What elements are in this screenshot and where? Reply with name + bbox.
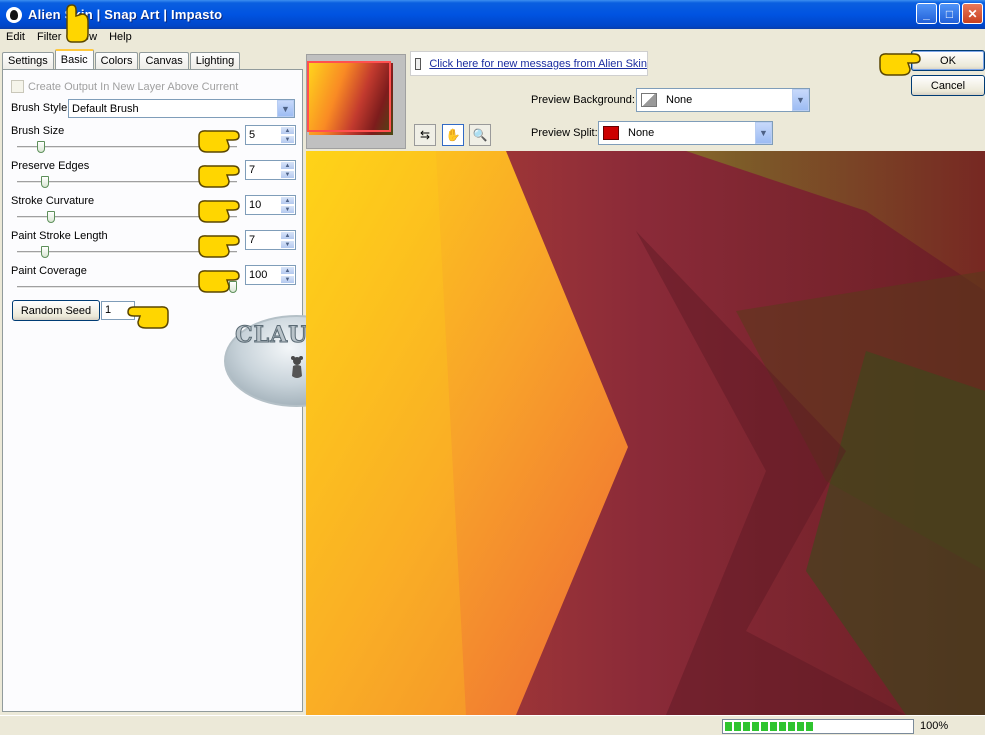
navigator-view-frame[interactable] [307, 61, 391, 132]
ok-button[interactable]: OK [911, 50, 985, 71]
spin-down-icon[interactable]: ▼ [280, 275, 295, 284]
spin-value[interactable]: 5 [246, 126, 280, 144]
compare-icon[interactable]: ⇆ [414, 124, 436, 146]
zoom-icon[interactable]: 🔍 [469, 124, 491, 146]
progress-block [761, 722, 768, 731]
slider-thumb[interactable] [41, 176, 49, 188]
random-seed-button[interactable]: Random Seed [12, 300, 100, 321]
chevron-down-icon: ▼ [755, 122, 772, 144]
pointer-hand-icon [198, 235, 240, 258]
tab-lighting[interactable]: Lighting [189, 52, 241, 70]
tab-colors[interactable]: Colors [94, 52, 139, 70]
spin-up-icon[interactable]: ▲ [280, 231, 295, 240]
pointer-hand-icon [198, 130, 240, 153]
zoom-level: 100% [920, 720, 949, 732]
preview-split-value: None [628, 127, 655, 139]
brush-style-select[interactable]: Default Brush ▼ [68, 99, 295, 118]
preview-split-select[interactable]: None ▼ [598, 121, 773, 145]
spin-field[interactable]: 10 ▲ ▼ [245, 195, 296, 215]
pointer-hand-icon [879, 53, 921, 76]
spin-value[interactable]: 10 [246, 196, 280, 214]
progress-block [788, 722, 795, 731]
spin-up-icon[interactable]: ▲ [280, 196, 295, 205]
slider-thumb[interactable] [37, 141, 45, 153]
progress-block [734, 722, 741, 731]
progress-block [797, 722, 804, 731]
pointer-hand-icon [66, 4, 89, 43]
slider-label: Brush Size [11, 125, 65, 137]
spin-value[interactable]: 7 [246, 161, 280, 179]
spin-up-icon[interactable]: ▲ [280, 161, 295, 170]
progress-block [752, 722, 759, 731]
slider-label: Preserve Edges [11, 160, 90, 172]
pointer-hand-icon [198, 270, 240, 293]
hand-tool-icon[interactable]: ✋ [442, 124, 464, 146]
slider-thumb[interactable] [41, 246, 49, 258]
chevron-down-icon: ▼ [277, 100, 294, 117]
create-output-checkbox[interactable] [11, 80, 24, 93]
spin-field[interactable]: 100 ▲ ▼ [245, 265, 296, 285]
chevron-down-icon: ▼ [792, 89, 809, 111]
pointer-hand-icon [198, 165, 240, 188]
spin-field[interactable]: 5 ▲ ▼ [245, 125, 296, 145]
progress-bar [722, 719, 914, 734]
create-output-label: Create Output In New Layer Above Current [28, 80, 239, 93]
minimize-button[interactable]: _ [916, 3, 937, 24]
create-output-row: Create Output In New Layer Above Current [11, 80, 238, 93]
progress-block [725, 722, 732, 731]
slider-label: Paint Stroke Length [11, 230, 108, 242]
message-banner[interactable]: Click here for new messages from Alien S… [410, 51, 648, 76]
spin-down-icon[interactable]: ▼ [280, 240, 295, 249]
tab-strip: Settings Basic Colors Canvas Lighting [2, 49, 241, 70]
tab-basic[interactable]: Basic [54, 49, 94, 70]
maximize-button[interactable]: □ [939, 3, 960, 24]
menu-edit[interactable]: Edit [0, 29, 31, 47]
slider-label: Paint Coverage [11, 265, 87, 277]
title-bar: Alien Skin | Snap Art | Impasto _ □ ✕ [0, 0, 985, 29]
message-icon [415, 57, 422, 70]
status-bar: 100% [0, 715, 985, 735]
preview-canvas[interactable] [306, 151, 985, 715]
window-title: Alien Skin | Snap Art | Impasto [28, 7, 223, 22]
pointer-hand-icon [198, 200, 240, 223]
spin-up-icon[interactable]: ▲ [280, 266, 295, 275]
slider-thumb[interactable] [47, 211, 55, 223]
slider-label: Stroke Curvature [11, 195, 95, 207]
progress-block [779, 722, 786, 731]
menu-filter[interactable]: Filter [31, 29, 67, 47]
preview-painting [306, 151, 985, 715]
preview-background-label: Preview Background: [531, 94, 635, 106]
preview-background-select[interactable]: None ▼ [636, 88, 810, 112]
spin-value[interactable]: 7 [246, 231, 280, 249]
tab-canvas[interactable]: Canvas [139, 52, 189, 70]
cancel-button[interactable]: Cancel [911, 75, 985, 96]
tab-settings[interactable]: Settings [2, 52, 54, 70]
spin-value[interactable]: 100 [246, 266, 280, 284]
brush-style-label: Brush Style: [11, 102, 71, 114]
spin-down-icon[interactable]: ▼ [280, 135, 295, 144]
pointer-hand-icon [127, 306, 169, 329]
progress-block [743, 722, 750, 731]
navigator-thumbnail[interactable] [306, 54, 406, 149]
message-link[interactable]: Click here for new messages from Alien S… [429, 58, 647, 70]
menu-bar: Edit Filter View Help [0, 29, 985, 47]
progress-block [806, 722, 813, 731]
menu-help[interactable]: Help [103, 29, 138, 47]
split-swatch-icon [603, 126, 619, 140]
spin-field[interactable]: 7 ▲ ▼ [245, 230, 296, 250]
transparent-swatch-icon [641, 93, 657, 107]
mouse-figure-icon [290, 356, 303, 378]
spin-up-icon[interactable]: ▲ [280, 126, 295, 135]
preview-split-label: Preview Split: [531, 127, 598, 139]
progress-block [770, 722, 777, 731]
brush-style-value: Default Brush [72, 102, 139, 115]
spin-field[interactable]: 7 ▲ ▼ [245, 160, 296, 180]
close-button[interactable]: ✕ [962, 3, 983, 24]
spin-down-icon[interactable]: ▼ [280, 170, 295, 179]
app-icon [6, 6, 22, 23]
preview-background-value: None [666, 94, 693, 106]
spin-down-icon[interactable]: ▼ [280, 205, 295, 214]
